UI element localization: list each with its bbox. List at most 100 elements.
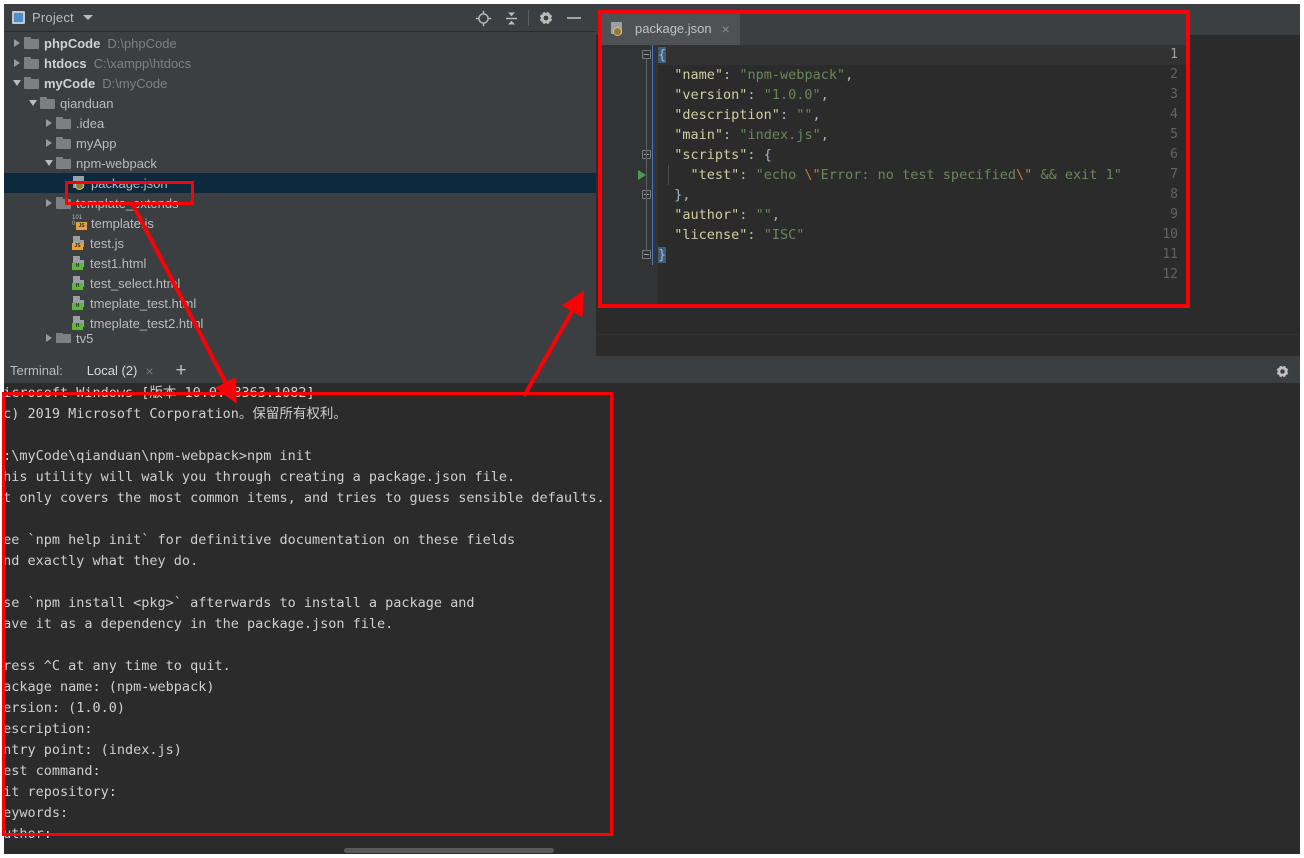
editor-horizontal-scroll-area[interactable] — [596, 334, 1300, 356]
expand-arrow-icon[interactable] — [42, 199, 56, 207]
tree-item-npm-webpack[interactable]: npm-webpack — [4, 153, 596, 173]
package-json-node-box — [65, 181, 194, 205]
project-panel-title: Project — [32, 10, 74, 25]
json-file-icon — [610, 21, 624, 36]
tree-item-label: test1.html — [90, 255, 147, 271]
fold-mark-line1[interactable] — [642, 50, 651, 59]
tree-item-test-js[interactable]: JS test.js — [4, 233, 596, 253]
terminal-output-box — [2, 392, 613, 836]
folder-icon — [56, 117, 71, 129]
tree-item-label: tmeplate_test2.html — [90, 315, 204, 331]
code-line: "author": "", — [674, 207, 780, 223]
tree-item-label: tv5 — [76, 333, 94, 343]
expand-arrow-icon[interactable] — [10, 39, 24, 47]
close-icon[interactable]: × — [145, 363, 153, 379]
tree-item-test-select-html[interactable]: Htest_select.html — [4, 273, 596, 293]
editor-gutter[interactable] — [602, 45, 640, 304]
tree-item-template-js[interactable]: 101 0 JS template.js — [4, 213, 596, 233]
tree-item-label: test.js — [90, 235, 124, 251]
tree-item-htdocs[interactable]: htdocs C:\xampp\htdocs — [4, 53, 596, 73]
collapse-all-icon[interactable] — [497, 4, 525, 32]
html-file-icon: H — [72, 296, 85, 310]
toolbar-divider — [528, 10, 529, 26]
code-line: "name": "npm-webpack", — [674, 67, 854, 83]
folder-icon — [56, 157, 71, 169]
new-terminal-button[interactable]: + — [176, 361, 187, 380]
code-line: }, — [674, 187, 691, 203]
terminal-tab-label: Local (2) — [86, 363, 138, 378]
expand-arrow-icon[interactable] — [42, 139, 56, 147]
folder-icon — [24, 37, 39, 49]
tree-item-path: D:\myCode — [102, 75, 168, 91]
tree-item-myapp[interactable]: myApp — [4, 133, 596, 153]
editor-tab-package-json[interactable]: package.json × — [602, 14, 740, 45]
tree-item-label: test_select.html — [90, 275, 181, 291]
project-panel: Project phpCode D:\phpCode htdocs C:\xam… — [4, 4, 596, 356]
editor-window: package.json × 1 2 3 4 5 6 7 8 9 10 11 12 { "name":… — [598, 10, 1190, 308]
editor-code[interactable]: { "name": "npm-webpack", "version": "1.0… — [658, 45, 1186, 304]
code-line: "description": "", — [674, 107, 821, 123]
minimize-icon[interactable] — [560, 4, 588, 32]
project-panel-header: Project — [4, 4, 596, 32]
code-line: "test": "echo \"Error: no test specified… — [690, 167, 1122, 183]
fold-region-line — [646, 59, 647, 251]
tree-item-qianduan[interactable]: qianduan — [4, 93, 596, 113]
changed-lines-marker — [652, 45, 653, 265]
close-icon[interactable]: × — [722, 21, 730, 37]
terminal-label: Terminal: — [10, 363, 63, 378]
tree-item-label: phpCode — [44, 35, 101, 51]
folder-icon — [40, 97, 55, 109]
folder-icon — [56, 333, 71, 343]
screenshot-root: Project phpCode D:\phpCode htdocs C:\xam… — [0, 0, 1304, 858]
tree-item-label: template.js — [91, 215, 154, 231]
terminal-tab-local[interactable]: Local (2) × — [80, 356, 160, 385]
run-script-icon[interactable] — [638, 170, 646, 180]
tree-item-path: D:\phpCode — [107, 35, 177, 51]
tree-item-label: myApp — [76, 135, 117, 151]
project-icon — [12, 11, 25, 24]
html-file-icon: H — [72, 276, 85, 290]
js-template-file-icon: 101 0 JS — [72, 215, 87, 230]
code-line: } — [658, 247, 667, 263]
terminal-scrollbar[interactable] — [344, 848, 554, 853]
tree-item-test1-html[interactable]: Htest1.html — [4, 253, 596, 273]
expand-arrow-icon[interactable] — [42, 334, 56, 342]
collapse-arrow-icon[interactable] — [26, 100, 40, 106]
code-line: "license": "ISC" — [674, 227, 805, 243]
tree-item-label: .idea — [76, 115, 105, 131]
tree-item-path: C:\xampp\htdocs — [93, 55, 192, 71]
collapse-arrow-icon[interactable] — [42, 160, 56, 166]
tree-item-label: htdocs — [44, 55, 87, 71]
js-file-icon: JS — [72, 236, 85, 250]
code-line: { — [658, 47, 667, 63]
folder-icon — [24, 57, 39, 69]
terminal-settings-gear-icon[interactable] — [1275, 364, 1290, 384]
html-file-icon: H — [72, 316, 85, 330]
tree-item-partial[interactable]: tv5 — [4, 333, 596, 343]
terminal-header: Terminal: Local (2) × + — [4, 356, 1300, 385]
tree-item-label: qianduan — [60, 95, 114, 111]
fold-mark-line11[interactable] — [642, 250, 651, 259]
editor-tab-label: package.json — [635, 21, 712, 36]
editor-tabbar: package.json × — [602, 14, 1186, 45]
tree-item-label: npm-webpack — [76, 155, 157, 171]
tree-item--idea[interactable]: .idea — [4, 113, 596, 133]
locate-icon[interactable] — [469, 4, 497, 32]
folder-icon — [56, 137, 71, 149]
expand-arrow-icon[interactable] — [10, 59, 24, 67]
tree-item-label: tmeplate_test.html — [90, 295, 197, 311]
chevron-down-icon[interactable] — [82, 15, 93, 20]
tree-item-phpcode[interactable]: phpCode D:\phpCode — [4, 33, 596, 53]
expand-arrow-icon[interactable] — [42, 119, 56, 127]
tree-item-label: myCode — [44, 75, 96, 91]
code-line: "version": "1.0.0", — [674, 87, 829, 103]
folder-icon — [24, 77, 39, 89]
settings-gear-icon[interactable] — [532, 4, 560, 32]
collapse-arrow-icon[interactable] — [10, 80, 24, 86]
editor-body[interactable]: 1 2 3 4 5 6 7 8 9 10 11 12 { "name": "npm-webpack",… — [602, 45, 1186, 304]
code-line: "scripts": { — [674, 147, 772, 163]
tree-item-tmeplate-test2-html[interactable]: Htmeplate_test2.html — [4, 313, 596, 333]
tree-item-mycode[interactable]: myCode D:\myCode — [4, 73, 596, 93]
tree-item-tmeplate-test-html[interactable]: Htmeplate_test.html — [4, 293, 596, 313]
code-line: "main": "index.js", — [674, 127, 829, 143]
